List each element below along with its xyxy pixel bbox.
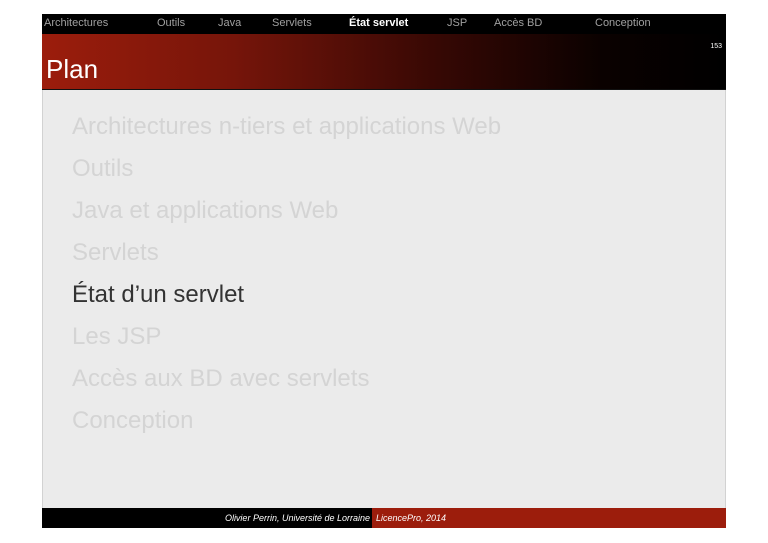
footer-course-section: LicencePro, 2014: [372, 508, 726, 528]
nav-item-servlets[interactable]: Servlets: [272, 15, 312, 32]
footer: Olivier Perrin, Université de Lorraine L…: [42, 508, 726, 528]
title-bar: Plan 153: [42, 34, 726, 90]
outline-item-jsp: Les JSP: [72, 323, 162, 350]
nav-item-etat-servlet[interactable]: État servlet: [349, 15, 408, 32]
outline-item-outils: Outils: [72, 155, 134, 182]
outline-item-acces-bd: Accès aux BD avec servlets: [72, 365, 370, 392]
nav-item-acces-bd[interactable]: Accès BD: [494, 15, 542, 32]
outline-item-servlets: Servlets: [72, 239, 159, 266]
footer-author-section: Olivier Perrin, Université de Lorraine: [42, 508, 372, 528]
nav-item-outils[interactable]: Outils: [157, 15, 185, 32]
outline-item-etat-servlet: État d’un servlet: [72, 281, 245, 308]
nav-item-jsp[interactable]: JSP: [447, 15, 467, 32]
outline-item-architectures: Architectures n-tiers et applications We…: [72, 113, 502, 140]
nav-item-architectures[interactable]: Architectures: [44, 15, 108, 32]
slide: Architectures Outils Java Servlets État …: [42, 14, 726, 528]
section-nav-bar: Architectures Outils Java Servlets État …: [42, 14, 726, 34]
page-number: 153: [710, 43, 722, 50]
nav-item-conception[interactable]: Conception: [595, 15, 651, 32]
nav-item-java[interactable]: Java: [218, 15, 241, 32]
outline-item-conception: Conception: [72, 407, 194, 434]
outline-item-java: Java et applications Web: [72, 197, 339, 224]
footer-author: Olivier Perrin, Université de Lorraine: [224, 513, 370, 523]
slide-title: Plan: [46, 54, 99, 84]
content-area: Architectures n-tiers et applications We…: [42, 90, 726, 508]
outline-list: Architectures n-tiers et applications We…: [42, 90, 726, 442]
footer-course: LicencePro, 2014: [376, 513, 447, 523]
